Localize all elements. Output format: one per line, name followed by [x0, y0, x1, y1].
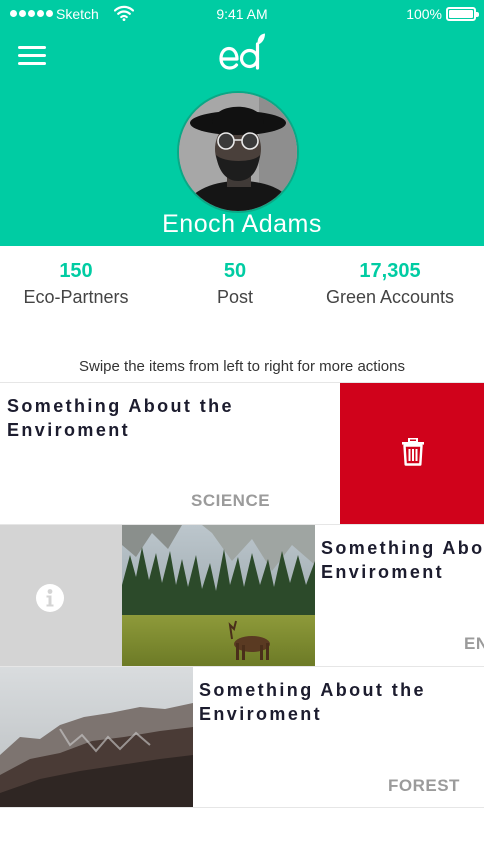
card-category: FOREST	[388, 776, 460, 795]
info-button[interactable]	[0, 525, 122, 666]
stat-label: Post	[216, 287, 254, 307]
battery-icon	[446, 7, 479, 21]
stat-posts[interactable]: 50 Post	[170, 260, 300, 308]
card-title: Something About the Enviroment	[199, 680, 426, 724]
card-image-deer-meadow	[122, 525, 315, 666]
profile-stats: 150 Eco-Partners 50 Post 17,305 Green Ac…	[0, 246, 484, 326]
card-title: Something About the Enviroment	[7, 396, 234, 440]
stat-label: Eco-Partners	[23, 287, 129, 307]
swipe-hint: Swipe the items from left to right for m…	[79, 358, 405, 375]
info-icon	[36, 584, 64, 612]
stat-eco-partners[interactable]: 150 Eco-Partners	[0, 260, 152, 308]
stat-value: 150	[59, 260, 93, 282]
avatar[interactable]	[177, 91, 299, 213]
list-item[interactable]: Something About the Enviroment SCIENCE	[0, 382, 484, 524]
card-image-misty-mountain	[0, 667, 193, 807]
trash-icon	[402, 438, 424, 466]
card-category: ENVIRONMENT	[464, 634, 484, 653]
user-name: Enoch Adams	[162, 210, 322, 238]
battery-percentage: 100%	[406, 6, 442, 22]
profile-header: Sketch 9:41 AM 100% Enoch Adams	[0, 0, 484, 246]
list-item[interactable]: Something About the Enviroment ENVIRONME…	[0, 524, 484, 666]
card-title: Something About the Enviroment	[321, 538, 484, 582]
list-item[interactable]: Something About the Enviroment FOREST	[0, 666, 484, 808]
app-logo	[219, 33, 265, 70]
stat-green-accounts[interactable]: 17,305 Green Accounts	[305, 260, 475, 308]
stat-value: 50	[223, 260, 247, 282]
stat-value: 17,305	[359, 260, 421, 282]
card-category: SCIENCE	[191, 491, 271, 510]
hamburger-menu-icon[interactable]	[18, 46, 46, 66]
stat-label: Green Accounts	[325, 287, 455, 307]
delete-button[interactable]	[340, 383, 484, 524]
status-bar: Sketch 9:41 AM 100%	[0, 0, 484, 28]
